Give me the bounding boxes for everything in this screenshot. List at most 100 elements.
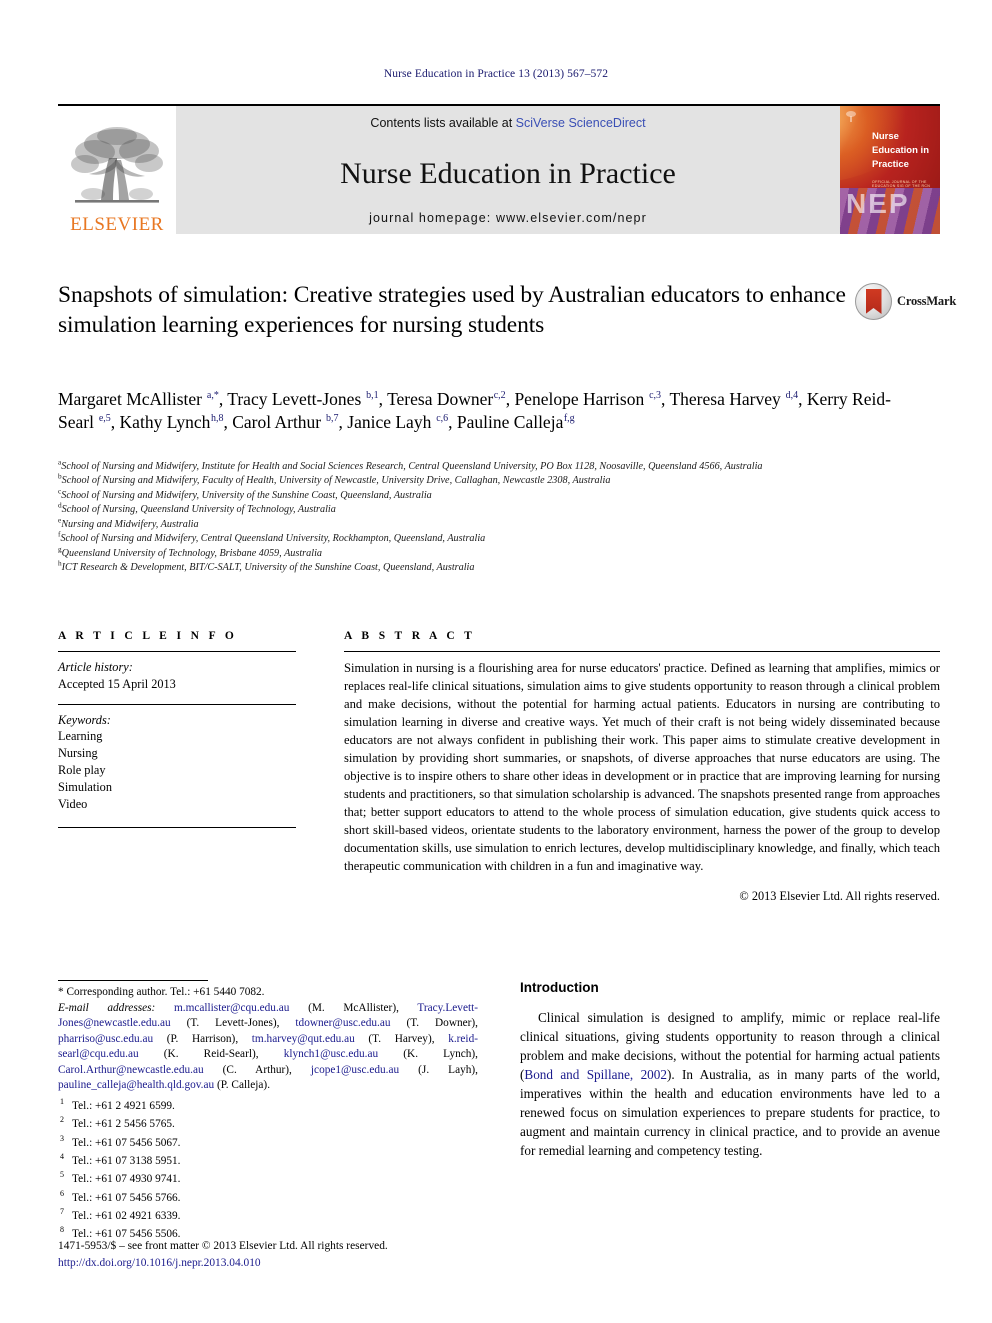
elsevier-tree-icon <box>71 127 163 203</box>
footnote-marker: 5 <box>60 1170 64 1180</box>
title-block: Snapshots of simulation: Creative strate… <box>58 281 848 340</box>
footnotes-column: * Corresponding author. Tel.: +61 5440 7… <box>58 980 478 1243</box>
email-addresses-label: E-mail addresses: <box>58 1001 156 1014</box>
email-addresses-note: E-mail addresses: m.mcallister@cqu.edu.a… <box>58 1001 478 1094</box>
telephone-footnote-item: 4 Tel.: +61 07 3138 5951. <box>58 1152 478 1170</box>
cover-title-line-3: Practice <box>872 158 909 170</box>
cover-title: Nurse Education in Practice <box>872 130 929 171</box>
divider <box>58 703 296 705</box>
affiliation-text: Nursing and Midwifery, Australia <box>61 518 199 530</box>
telephone-footnote-list: 1 Tel.: +61 2 4921 6599. 2 Tel.: +61 2 5456… <box>58 1097 478 1243</box>
affiliation-text: School of Nursing and Midwifery, Central… <box>60 533 486 545</box>
article-info-heading: A R T I C L E I N F O <box>58 630 238 642</box>
crossmark-ribbon-icon <box>865 289 882 314</box>
keyword-item: Role play <box>58 763 106 778</box>
divider <box>58 827 296 828</box>
page-title: Snapshots of simulation: Creative strate… <box>58 282 846 338</box>
introduction-column: Introduction Clinical simulation is desi… <box>520 980 940 1243</box>
running-head: Nurse Education in Practice 13 (2013) 56… <box>383 68 609 80</box>
journal-masthead: ELSEVIER Contents lists available at Sci… <box>58 104 940 236</box>
footnote-marker: 3 <box>60 1133 64 1143</box>
telephone-text: Tel.: +61 2 4921 6599. <box>72 1100 175 1113</box>
telephone-footnote-item: 6 Tel.: +61 07 5456 5766. <box>58 1189 478 1207</box>
affiliation-text: School of Nursing and Midwifery, Univers… <box>61 489 432 501</box>
cover-elsevier-tree-icon <box>846 111 856 122</box>
telephone-footnote-item: 3 Tel.: +61 07 5456 5067. <box>58 1134 478 1152</box>
telephone-text: Tel.: +61 02 4921 6339. <box>72 1209 181 1222</box>
journal-cover-thumbnail: Nurse Education in Practice OFFICIAL JOU… <box>840 106 940 234</box>
introduction-heading: Introduction <box>520 980 599 995</box>
telephone-footnote-item: 1 Tel.: +61 2 4921 6599. <box>58 1097 478 1115</box>
footnote-marker: 2 <box>60 1115 64 1125</box>
affiliation-item: cSchool of Nursing and Midwifery, Univer… <box>58 487 918 503</box>
telephone-text: Tel.: +61 07 5456 5067. <box>72 1136 181 1149</box>
abstract-copyright: © 2013 Elsevier Ltd. All rights reserved… <box>739 889 940 903</box>
affiliation-text: School of Nursing, Queensland University… <box>61 504 336 516</box>
journal-title: Nurse Education in Practice <box>340 156 676 190</box>
abstract-heading: A B S T R A C T <box>344 630 476 642</box>
footnote-marker: 4 <box>60 1151 64 1161</box>
affiliation-item: aSchool of Nursing and Midwifery, Instit… <box>58 458 918 474</box>
sciencedirect-link[interactable]: SciVerse ScienceDirect <box>516 116 646 130</box>
telephone-text: Tel.: +61 2 5456 5765. <box>72 1118 175 1131</box>
article-info-column: A R T I C L E I N F O Article history: A… <box>58 630 296 916</box>
affiliation-item: gQueensland University of Technology, Br… <box>58 545 918 561</box>
article-history-value: Accepted 15 April 2013 <box>58 676 176 691</box>
abstract-column: A B S T R A C T Simulation in nursing is… <box>344 630 940 916</box>
keyword-item: Video <box>58 797 88 812</box>
telephone-text: Tel.: +61 07 4930 9741. <box>72 1173 181 1186</box>
footnote-marker: 8 <box>60 1225 64 1235</box>
contents-available-line: Contents lists available at SciVerse Sci… <box>370 116 645 130</box>
keyword-list: Learning Nursing Role play Simulation Video <box>58 728 296 813</box>
affiliation-item: fSchool of Nursing and Midwifery, Centra… <box>58 531 918 546</box>
footnote-marker: 6 <box>60 1188 64 1198</box>
divider <box>344 651 940 652</box>
affiliation-text: School of Nursing and Midwifery, Institu… <box>61 461 763 472</box>
affiliation-item: hICT Research & Development, BIT/C-SALT,… <box>58 560 918 575</box>
crossmark-label: CrossMark <box>897 294 957 308</box>
masthead-center: Contents lists available at SciVerse Sci… <box>176 106 840 234</box>
journal-homepage-line[interactable]: journal homepage: www.elsevier.com/nepr <box>369 211 647 225</box>
elsevier-logo: ELSEVIER <box>58 106 176 234</box>
telephone-text: Tel.: +61 07 3138 5951. <box>72 1154 181 1167</box>
abstract-body: Simulation in nursing is a flourishing a… <box>344 661 940 873</box>
introduction-paragraph: Clinical simulation is designed to ampli… <box>520 1010 941 1158</box>
contents-prefix: Contents lists available at <box>370 116 516 130</box>
footnote-marker: 1 <box>60 1097 64 1107</box>
crossmark-icon <box>855 283 892 320</box>
cover-title-line-1: Nurse <box>872 131 899 142</box>
article-history-label: Article history: <box>58 660 133 674</box>
corresponding-author-note: * Corresponding author. Tel.: +61 5440 7… <box>58 986 265 998</box>
footnote-divider <box>58 980 208 981</box>
elsevier-wordmark: ELSEVIER <box>70 214 164 235</box>
affiliation-item: bSchool of Nursing and Midwifery, Facult… <box>58 473 918 488</box>
divider <box>58 651 296 652</box>
email-addresses-values[interactable]: m.mcallister@cqu.edu.au (M. McAllister),… <box>58 1002 478 1092</box>
footnote-marker: 7 <box>60 1206 64 1216</box>
keyword-item: Learning <box>58 729 103 744</box>
cover-title-line-2: Education in <box>872 144 929 156</box>
crossmark-badge[interactable]: CrossMark <box>855 283 956 320</box>
bottom-columns: * Corresponding author. Tel.: +61 5440 7… <box>58 980 940 1243</box>
keyword-item: Simulation <box>58 780 112 795</box>
journal-article-page: Nurse Education in Practice 13 (2013) 56… <box>0 0 992 1323</box>
info-abstract-row: A R T I C L E I N F O Article history: A… <box>58 630 940 916</box>
telephone-footnote-item: 5 Tel.: +61 07 4930 9741. <box>58 1170 478 1188</box>
affiliation-item: eNursing and Midwifery, Australia <box>58 516 918 532</box>
telephone-footnote-item: 7 Tel.: +61 02 4921 6339. <box>58 1207 478 1225</box>
keyword-item: Nursing <box>58 746 98 761</box>
page-footer: 1471-5953/$ – see front matter © 2013 El… <box>58 1238 578 1271</box>
issn-front-matter-line: 1471-5953/$ – see front matter © 2013 El… <box>58 1240 388 1252</box>
affiliation-text: School of Nursing and Midwifery, Faculty… <box>61 475 611 487</box>
affiliation-list: aSchool of Nursing and Midwifery, Instit… <box>58 458 918 576</box>
doi-link[interactable]: http://dx.doi.org/10.1016/j.nepr.2013.04… <box>58 1255 578 1272</box>
affiliation-item: dSchool of Nursing, Queensland Universit… <box>58 502 918 517</box>
keywords-label: Keywords: <box>58 712 111 727</box>
cover-subtitle: OFFICIAL JOURNAL OF THE EDUCATION SIG OF… <box>872 180 931 188</box>
affiliation-text: ICT Research & Development, BIT/C-SALT, … <box>61 562 475 574</box>
telephone-text: Tel.: +61 07 5456 5766. <box>72 1191 181 1204</box>
telephone-footnote-item: 2 Tel.: +61 2 5456 5765. <box>58 1115 478 1133</box>
author-list: Margaret McAllister a,*, Tracy Levett-Jo… <box>58 389 891 433</box>
cover-acronym: NEP <box>846 188 910 219</box>
affiliation-text: Queensland University of Technology, Bri… <box>61 547 322 559</box>
